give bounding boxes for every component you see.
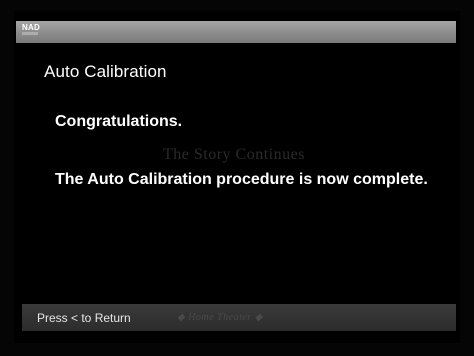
completion-message: The Auto Calibration procedure is now co… xyxy=(55,171,428,188)
footer-watermark: ◆ Home Theater ◆ xyxy=(177,312,263,323)
return-hint[interactable]: Press < to Return xyxy=(37,311,131,325)
brand-logo: NAD xyxy=(22,23,40,32)
osd-screen: NAD Auto Calibration Congratulations. Th… xyxy=(0,0,474,356)
footer-bar: Press < to Return ◆ Home Theater ◆ xyxy=(22,304,456,331)
congratulations-message: Congratulations. xyxy=(55,113,183,130)
background-watermark: The Story Continues xyxy=(163,146,305,163)
header-bar: NAD xyxy=(16,21,456,43)
page-title: Auto Calibration xyxy=(44,62,167,81)
brand-logo-underline-icon xyxy=(22,32,38,35)
